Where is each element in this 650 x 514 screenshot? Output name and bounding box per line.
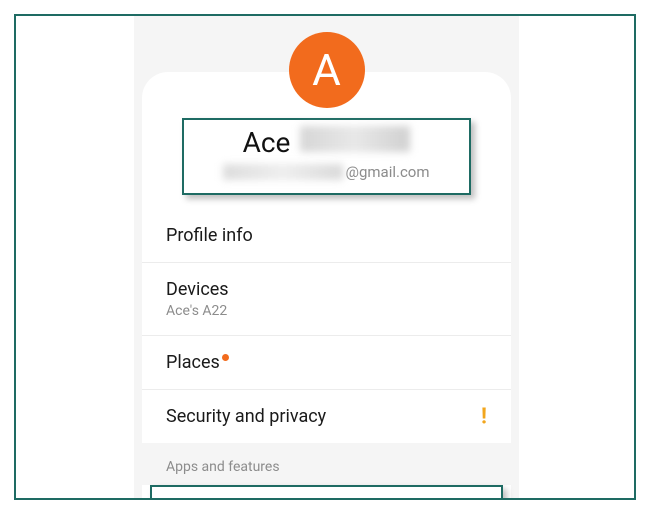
samsung-cloud-item[interactable]: Samsung Cloud Sync · Back up · Restore	[150, 485, 503, 500]
row-security-privacy[interactable]: Security and privacy !	[142, 389, 511, 443]
avatar[interactable]: A	[289, 32, 365, 108]
row-label: Profile info	[166, 225, 487, 246]
account-screen: Ace @gmail.com Profile info Devices Ace'…	[134, 16, 519, 500]
profile-email-redacted	[223, 164, 343, 180]
profile-name-row: Ace	[184, 126, 469, 159]
alert-icon: !	[481, 404, 487, 429]
cloud-icon	[168, 500, 206, 501]
settings-list: Profile info Devices Ace's A22 Places Se…	[142, 209, 511, 443]
row-places[interactable]: Places	[142, 335, 511, 389]
profile-highlight-box[interactable]: Ace @gmail.com	[182, 118, 471, 195]
row-label: Devices	[166, 279, 487, 300]
row-devices[interactable]: Devices Ace's A22	[142, 262, 511, 335]
screenshot-frame: Ace @gmail.com Profile info Devices Ace'…	[14, 14, 636, 500]
profile-email-suffix: @gmail.com	[345, 163, 429, 181]
samsung-cloud-text: Samsung Cloud Sync · Back up · Restore	[222, 499, 371, 500]
account-card: Ace @gmail.com Profile info Devices Ace'…	[142, 72, 511, 500]
notification-dot-icon	[222, 354, 229, 361]
section-header-apps: Apps and features	[142, 443, 511, 485]
profile-name: Ace	[243, 126, 291, 159]
row-profile-info[interactable]: Profile info	[142, 209, 511, 262]
profile-name-redacted	[300, 126, 410, 152]
row-label: Security and privacy	[166, 406, 487, 427]
row-sublabel: Ace's A22	[166, 303, 487, 319]
avatar-initial: A	[312, 44, 341, 96]
row-label: Places	[166, 352, 220, 373]
profile-email-row: @gmail.com	[184, 163, 469, 181]
samsung-cloud-title: Samsung Cloud	[222, 499, 371, 500]
